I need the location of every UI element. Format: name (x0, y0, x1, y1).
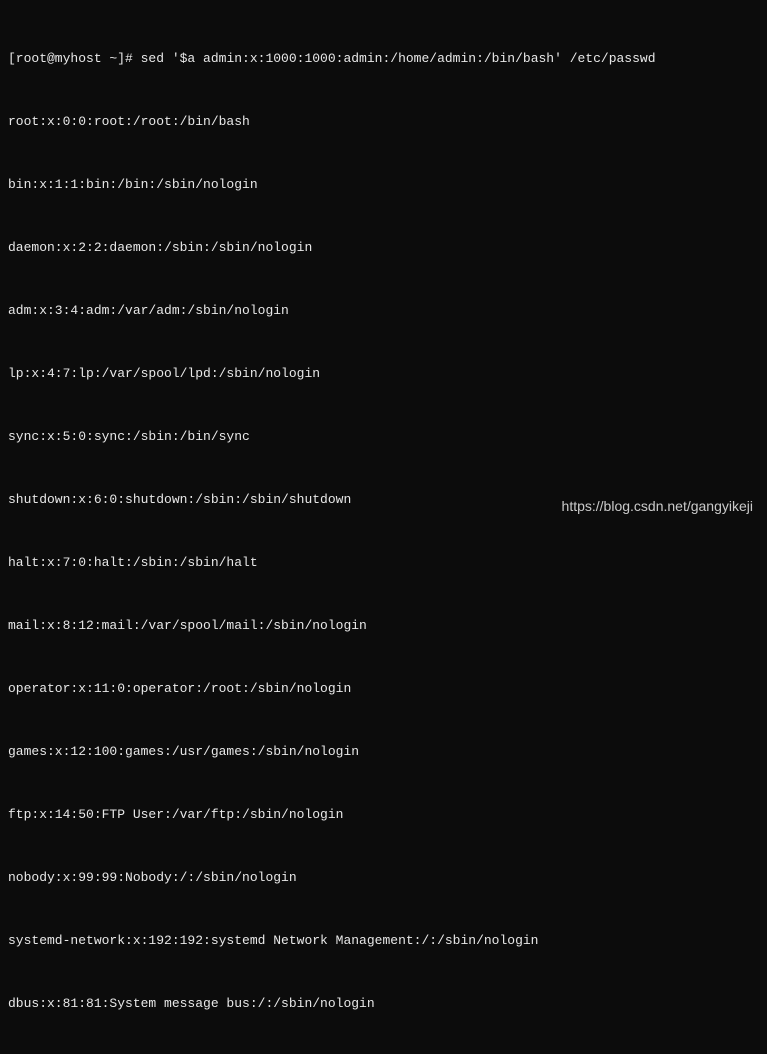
output-line: halt:x:7:0:halt:/sbin:/sbin/halt (8, 552, 759, 573)
output-line: operator:x:11:0:operator:/root:/sbin/nol… (8, 678, 759, 699)
output-line: ftp:x:14:50:FTP User:/var/ftp:/sbin/nolo… (8, 804, 759, 825)
output-line: games:x:12:100:games:/usr/games:/sbin/no… (8, 741, 759, 762)
output-line: adm:x:3:4:adm:/var/adm:/sbin/nologin (8, 300, 759, 321)
shell-command: sed '$a admin:x:1000:1000:admin:/home/ad… (141, 51, 656, 66)
command-line: [root@myhost ~]# sed '$a admin:x:1000:10… (8, 48, 759, 69)
shell-prompt: [root@myhost ~]# (8, 51, 141, 66)
output-line: nobody:x:99:99:Nobody:/:/sbin/nologin (8, 867, 759, 888)
output-line: sync:x:5:0:sync:/sbin:/bin/sync (8, 426, 759, 447)
output-line: systemd-network:x:192:192:systemd Networ… (8, 930, 759, 951)
output-line: dbus:x:81:81:System message bus:/:/sbin/… (8, 993, 759, 1014)
output-line: mail:x:8:12:mail:/var/spool/mail:/sbin/n… (8, 615, 759, 636)
output-line: bin:x:1:1:bin:/bin:/sbin/nologin (8, 174, 759, 195)
terminal-output[interactable]: [root@myhost ~]# sed '$a admin:x:1000:10… (8, 6, 759, 1054)
output-line: lp:x:4:7:lp:/var/spool/lpd:/sbin/nologin (8, 363, 759, 384)
watermark-text: https://blog.csdn.net/gangyikeji (562, 496, 753, 517)
output-line: root:x:0:0:root:/root:/bin/bash (8, 111, 759, 132)
output-line: daemon:x:2:2:daemon:/sbin:/sbin/nologin (8, 237, 759, 258)
